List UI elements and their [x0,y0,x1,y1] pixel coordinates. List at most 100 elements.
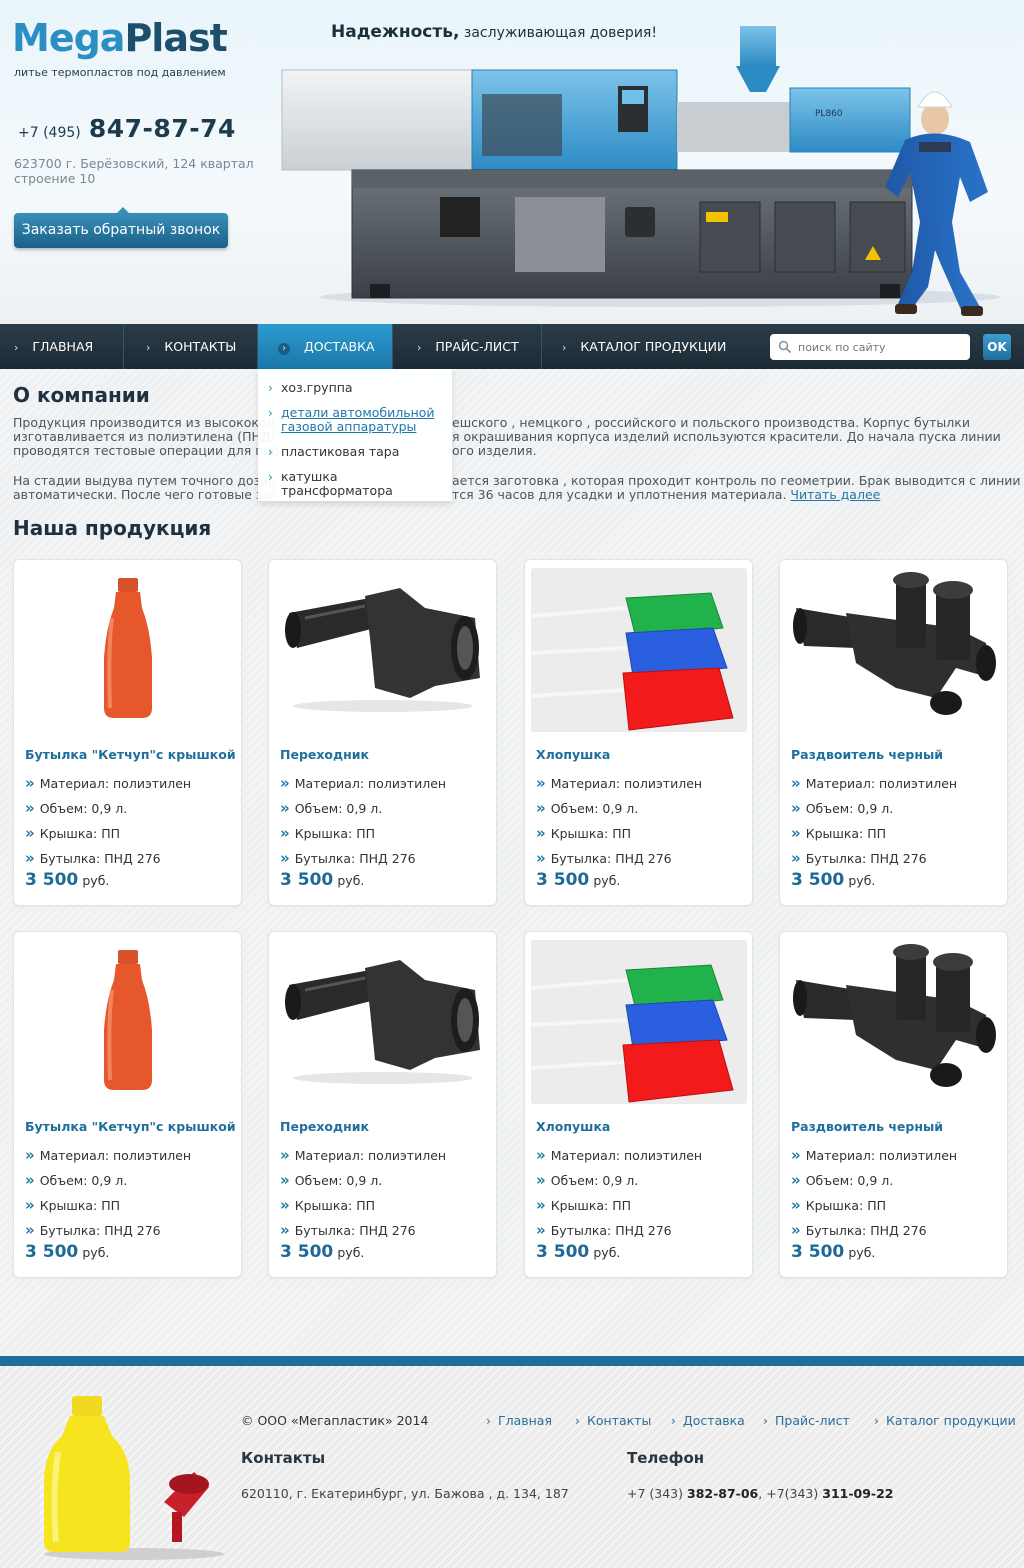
nav-item-pricelist[interactable]: › ПРАЙС-ЛИСТ [393,324,542,369]
footer-link-pricelist[interactable]: › Прайс-лист [763,1413,850,1428]
product-price: 3 500 руб. [25,1242,109,1262]
dropdown-item-label: пластиковая тара [281,444,400,459]
about-title: О компании [13,383,150,407]
product-name-link[interactable]: Бутылка "Кетчуп"с крышкой [25,1119,236,1134]
bullet-icon: » [25,849,35,867]
product-spec: » Материал: полиэтилен [791,774,957,792]
product-image[interactable] [531,940,747,1104]
product-image[interactable] [20,568,236,732]
chevron-right-icon: › [268,470,273,484]
nav-item-contacts[interactable]: › КОНТАКТЫ [124,324,258,369]
bullet-icon: » [25,799,35,817]
dropdown-item[interactable]: › пластиковая тара [258,444,452,460]
product-name-link[interactable]: Раздвоитель черный [791,747,943,762]
nav-item-delivery[interactable]: › ДОСТАВКА [258,324,393,369]
footer-phone-title: Телефон [627,1449,705,1467]
bullet-icon: » [791,774,801,792]
product-spec-text: Объем: 0,9 л. [805,1173,894,1188]
product-image[interactable] [275,568,491,732]
product-card[interactable]: Раздвоитель черный» Материал: полиэтилен»… [779,931,1008,1278]
search-input[interactable] [770,334,970,360]
nav-item-home[interactable]: › ГЛАВНАЯ [0,324,124,369]
product-name-link[interactable]: Бутылка "Кетчуп"с крышкой [25,747,236,762]
adapter-image [275,568,491,732]
chevron-right-icon: › [268,381,273,395]
product-spec-text: Крышка: ПП [550,1198,632,1213]
bullet-icon: » [280,1196,290,1214]
bottle-image [20,568,236,732]
chevron-right-icon: › [14,341,19,354]
product-spec: » Материал: полиэтилен [536,1146,702,1164]
product-image[interactable] [531,568,747,732]
product-card[interactable]: Бутылка "Кетчуп"с крышкой » Материал: поли… [13,559,242,906]
product-spec-text: Материал: полиэтилен [294,1148,447,1163]
product-image[interactable] [20,940,236,1104]
dropdown-item-label: катушка трансформатора [281,469,393,498]
footer-link-contacts[interactable]: › Контакты [575,1413,651,1428]
about-text: ается заготовка , которая проходит контр… [452,473,1021,488]
footer-phone1-number: 382-87-06 [687,1486,759,1501]
about-text: проводятся тестовые операции для про [13,443,279,458]
product-spec: » Объем: 0,9 л. [280,1171,382,1189]
bullet-icon: » [536,1221,546,1239]
logo[interactable]: MegaPlast [12,14,228,62]
product-spec: » Крышка: ПП [536,1196,631,1214]
product-card[interactable]: Хлопушка » Материал: полиэтилен » Объем: 0,9… [524,931,753,1278]
about-text: ого изделия. [452,443,537,458]
chevron-right-icon: › [278,343,290,355]
product-spec: » Крышка: ПП [536,824,631,842]
read-more-link[interactable]: Читать далее [790,487,880,502]
product-name-link[interactable]: Хлопушка [536,747,610,762]
bullet-icon: » [536,1196,546,1214]
product-card[interactable]: Переходник » Материал: полиэтилен » Объем: 0… [268,559,497,906]
bullet-icon: » [280,824,290,842]
product-image[interactable] [786,940,1002,1104]
product-spec-text: Материал: полиэтилен [39,1148,192,1163]
price-currency: руб. [593,1245,621,1260]
product-card[interactable]: Бутылка "Кетчуп"с крышкой » Материал: поли… [13,931,242,1278]
product-spec-text: Материал: полиэтилен [39,776,192,791]
product-spec-text: Крышка: ПП [294,826,376,841]
product-name-link[interactable]: Переходник [280,747,369,762]
footer-link-home[interactable]: › Главная [486,1413,552,1428]
product-spec: » Объем: 0,9 л. [536,799,638,817]
splitter-image [786,940,1002,1104]
nav-item-label: ГЛАВНАЯ [32,339,94,354]
footer-link-delivery[interactable]: › Доставка [671,1413,745,1428]
price-value: 3 500 [536,870,590,890]
product-spec-text: Объем: 0,9 л. [550,801,639,816]
about-text: тся 36 часов для усадки и уплотнения мат… [452,488,880,502]
footer-bottle-image [44,1396,224,1560]
dropdown-item-label: детали автомобильной газовой аппаратуры [281,405,435,434]
product-card[interactable]: Раздвоитель черный» Материал: полиэтилен»… [779,559,1008,906]
product-name-link[interactable]: Переходник [280,1119,369,1134]
dropdown-item[interactable]: › катушка трансформатора [258,470,452,498]
product-name-link[interactable]: Раздвоитель черный [791,1119,943,1134]
bullet-icon: » [280,849,290,867]
chevron-right-icon: › [671,1413,676,1428]
product-spec: » Бутылка: ПНД 276 [791,849,927,867]
price-currency: руб. [82,1245,110,1260]
product-image[interactable] [275,940,491,1104]
product-image[interactable] [786,568,1002,732]
phone-number: 847-87-74 [88,114,236,143]
price-currency: руб. [848,873,876,888]
bullet-icon: » [25,1146,35,1164]
nav-item-catalog[interactable]: › КАТАЛОГ ПРОДУКЦИИ [542,324,753,369]
dropdown-item[interactable]: › детали автомобильной газовой аппаратуры [258,406,452,434]
tagline: литье термопластов под давлением [14,66,226,79]
footer-link-catalog[interactable]: › Каталог продукции [874,1413,1016,1428]
bullet-icon: » [25,1221,35,1239]
product-card[interactable]: Хлопушка » Материал: полиэтилен » Объем: 0,9… [524,559,753,906]
product-card[interactable]: Переходник » Материал: полиэтилен » Объем: 0… [268,931,497,1278]
search-button[interactable]: OK [983,334,1011,360]
about-text: Продукция производится из высококол [13,415,275,430]
bullet-icon: » [791,849,801,867]
product-spec: » Крышка: ПП [25,1196,120,1214]
footer-contacts-title: Контакты [241,1449,326,1467]
product-name-link[interactable]: Хлопушка [536,1119,610,1134]
bullet-icon: » [280,799,290,817]
callback-button[interactable]: Заказать обратный звонок [14,207,228,248]
dropdown-item[interactable]: › хоз.группа [258,381,452,396]
nav-item-label: ПРАЙС-ЛИСТ [435,339,519,354]
